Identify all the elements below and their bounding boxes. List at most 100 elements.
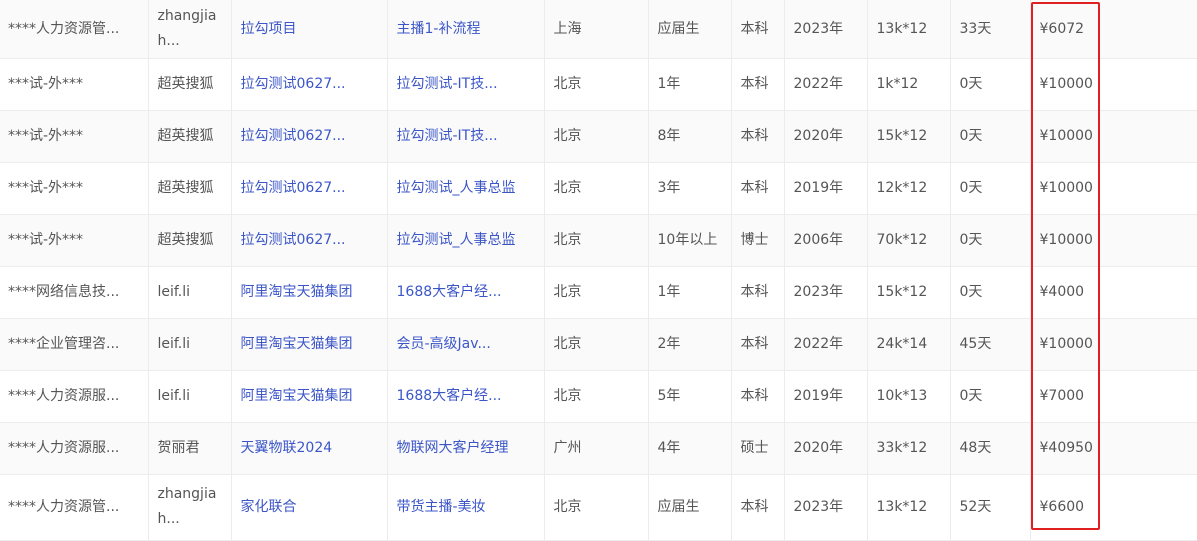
position-link[interactable]: 拉勾测试-IT技... [387, 58, 545, 111]
recruiter-cell: leif.li [148, 370, 232, 423]
experience-cell: 1年 [648, 58, 732, 111]
education-cell: 本科 [731, 266, 785, 319]
city-cell: 广州 [544, 422, 649, 475]
fee-cell: ¥4000 [1030, 266, 1197, 319]
company-cell: ****人力资源服... [0, 422, 149, 475]
days-cell: 0天 [950, 110, 1031, 163]
recruiter-cell: 超英搜狐 [148, 110, 232, 163]
project-link[interactable]: 阿里淘宝天猫集团 [231, 370, 388, 423]
fee-cell: ¥10000 [1030, 214, 1197, 267]
table-row: ****网络信息技... leif.li 阿里淘宝天猫集团 1688大客户经... 北京… [0, 266, 1197, 319]
grad-year-cell: 2020年 [784, 110, 868, 163]
project-link[interactable]: 拉勾测试0627... [231, 110, 388, 163]
days-cell: 33天 [950, 0, 1031, 59]
grad-year-cell: 2023年 [784, 474, 868, 541]
salary-cell: 15k*12 [867, 266, 951, 319]
city-cell: 北京 [544, 162, 649, 215]
project-link[interactable]: 拉勾测试0627... [231, 58, 388, 111]
company-cell: ***试-外*** [0, 110, 149, 163]
salary-cell: 15k*12 [867, 110, 951, 163]
experience-cell: 4年 [648, 422, 732, 475]
fee-cell: ¥10000 [1030, 318, 1197, 371]
position-link[interactable]: 1688大客户经... [387, 370, 545, 423]
days-cell: 48天 [950, 422, 1031, 475]
grad-year-cell: 2019年 [784, 162, 868, 215]
grad-year-cell: 2023年 [784, 0, 868, 59]
grad-year-cell: 2022年 [784, 58, 868, 111]
position-link[interactable]: 物联网大客户经理 [387, 422, 545, 475]
table-row: ***试-外*** 超英搜狐 拉勾测试0627... 拉勾测试-IT技... 北京 1年本… [0, 58, 1197, 111]
city-cell: 北京 [544, 266, 649, 319]
experience-cell: 2年 [648, 318, 732, 371]
experience-cell: 5年 [648, 370, 732, 423]
days-cell: 0天 [950, 370, 1031, 423]
grad-year-cell: 2006年 [784, 214, 868, 267]
experience-cell: 3年 [648, 162, 732, 215]
education-cell: 本科 [731, 318, 785, 371]
company-cell: ****企业管理咨... [0, 318, 149, 371]
salary-cell: 10k*13 [867, 370, 951, 423]
project-link[interactable]: 拉勾测试0627... [231, 214, 388, 267]
city-cell: 北京 [544, 318, 649, 371]
days-cell: 0天 [950, 162, 1031, 215]
fee-cell: ¥6072 [1030, 0, 1197, 59]
project-link[interactable]: 阿里淘宝天猫集团 [231, 318, 388, 371]
recruiter-cell: 超英搜狐 [148, 58, 232, 111]
recruiter-cell: 超英搜狐 [148, 214, 232, 267]
position-link[interactable]: 会员-高级Jav... [387, 318, 545, 371]
salary-cell: 13k*12 [867, 0, 951, 59]
recruiter-cell: 超英搜狐 [148, 162, 232, 215]
recruiter-cell: 贺丽君 [148, 422, 232, 475]
company-cell: ***试-外*** [0, 162, 149, 215]
salary-cell: 24k*14 [867, 318, 951, 371]
education-cell: 本科 [731, 162, 785, 215]
position-link[interactable]: 1688大客户经... [387, 266, 545, 319]
position-link[interactable]: 拉勾测试-IT技... [387, 110, 545, 163]
grad-year-cell: 2023年 [784, 266, 868, 319]
table-row: ****人力资源服... leif.li 阿里淘宝天猫集团 1688大客户经... 北京… [0, 370, 1197, 423]
city-cell: 北京 [544, 58, 649, 111]
table-row: ***试-外*** 超英搜狐 拉勾测试0627... 拉勾测试_人事总监 北京 3年 本科 2… [0, 162, 1197, 215]
company-cell: ****人力资源服... [0, 370, 149, 423]
table-row: ***试-外*** 超英搜狐 拉勾测试0627... 拉勾测试_人事总监 北京 10年以上… [0, 214, 1197, 267]
city-cell: 北京 [544, 110, 649, 163]
salary-cell: 33k*12 [867, 422, 951, 475]
grad-year-cell: 2022年 [784, 318, 868, 371]
fee-cell: ¥10000 [1030, 110, 1197, 163]
project-link[interactable]: 拉勾项目 [231, 0, 388, 59]
table-row: ****人力资源管... zhangjiah... 拉勾项目 主播1-补流程 上海 应届生… [0, 0, 1197, 59]
position-link[interactable]: 带货主播-美妆 [387, 474, 545, 541]
fee-cell: ¥10000 [1030, 58, 1197, 111]
education-cell: 硕士 [731, 422, 785, 475]
table-row: ****人力资源管... zhangjiah... 家化联合 带货主播-美妆 北京 应届生… [0, 474, 1197, 541]
position-link[interactable]: 拉勾测试_人事总监 [387, 214, 545, 267]
project-link[interactable]: 拉勾测试0627... [231, 162, 388, 215]
salary-cell: 12k*12 [867, 162, 951, 215]
days-cell: 0天 [950, 58, 1031, 111]
fee-cell: ¥6600 [1030, 474, 1197, 541]
fee-cell: ¥10000 [1030, 162, 1197, 215]
project-link[interactable]: 天翼物联2024 [231, 422, 388, 475]
company-cell: ****人力资源管... [0, 0, 149, 59]
education-cell: 本科 [731, 58, 785, 111]
position-link[interactable]: 主播1-补流程 [387, 0, 545, 59]
fee-cell: ¥7000 [1030, 370, 1197, 423]
education-cell: 博士 [731, 214, 785, 267]
education-cell: 本科 [731, 370, 785, 423]
salary-cell: 1k*12 [867, 58, 951, 111]
city-cell: 北京 [544, 214, 649, 267]
recruiter-cell: leif.li [148, 266, 232, 319]
education-cell: 本科 [731, 0, 785, 59]
grad-year-cell: 2020年 [784, 422, 868, 475]
table-row: ****企业管理咨... leif.li 阿里淘宝天猫集团 会员-高级Jav... 北京… [0, 318, 1197, 371]
experience-cell: 1年 [648, 266, 732, 319]
recruiter-cell: leif.li [148, 318, 232, 371]
project-link[interactable]: 阿里淘宝天猫集团 [231, 266, 388, 319]
project-link[interactable]: 家化联合 [231, 474, 388, 541]
position-link[interactable]: 拉勾测试_人事总监 [387, 162, 545, 215]
city-cell: 上海 [544, 0, 649, 59]
city-cell: 北京 [544, 474, 649, 541]
table-row: ***试-外*** 超英搜狐 拉勾测试0627... 拉勾测试-IT技... 北京 8年本… [0, 110, 1197, 163]
city-cell: 北京 [544, 370, 649, 423]
experience-cell: 应届生 [648, 474, 732, 541]
